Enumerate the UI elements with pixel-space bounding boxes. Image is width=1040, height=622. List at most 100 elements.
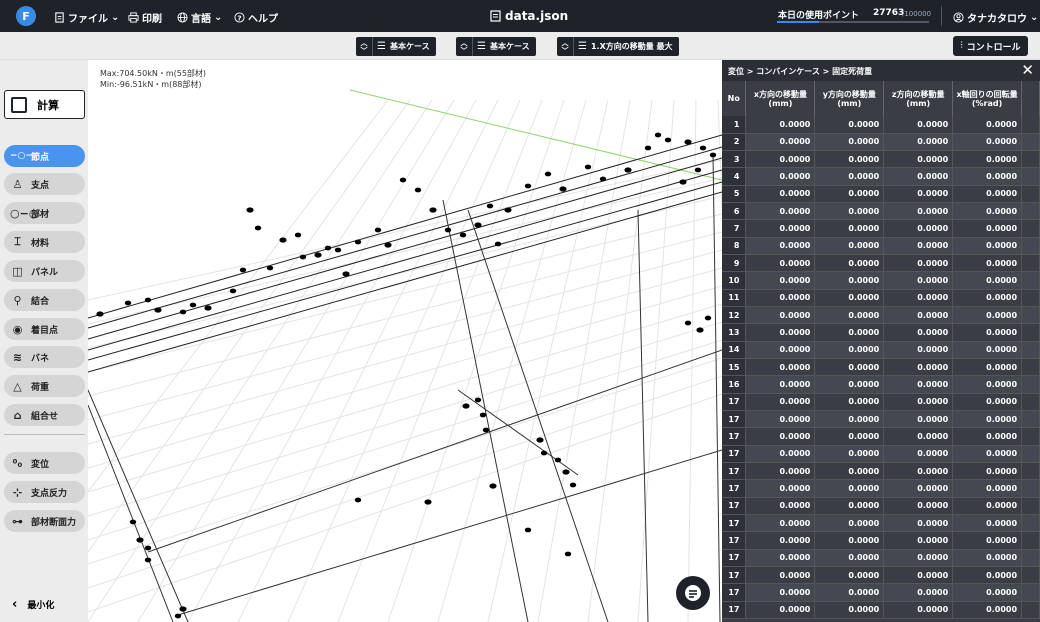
column-header[interactable]: z方向の移動量 (mm) [883, 81, 954, 116]
node-marker[interactable] [462, 403, 470, 409]
table-row[interactable]: 17 0.0000 0.0000 0.0000 0.0000 [722, 514, 1040, 533]
node-marker[interactable] [489, 483, 497, 489]
node-marker[interactable] [179, 606, 187, 612]
node-marker[interactable] [144, 297, 152, 303]
node-marker[interactable] [482, 427, 490, 433]
minimize-button[interactable]: ‹ 最小化 [12, 597, 54, 612]
stepper-arrows-icon[interactable]: ︿ ﹀ [456, 37, 473, 56]
user-menu[interactable]: タナカタロウ ⌄ [953, 10, 1038, 25]
node-marker[interactable] [486, 203, 494, 209]
case-selector-2[interactable]: ︿ ﹀ ☰ 基本ケース [456, 37, 536, 56]
node-marker[interactable] [536, 437, 544, 443]
column-header[interactable]: No [722, 81, 747, 116]
table-row[interactable]: 6 0.0000 0.0000 0.0000 0.0000 [722, 202, 1040, 221]
table-row[interactable]: 10 0.0000 0.0000 0.0000 0.0000 [722, 271, 1040, 290]
table-row[interactable]: 4 0.0000 0.0000 0.0000 0.0000 [722, 167, 1040, 186]
node-marker[interactable] [136, 537, 144, 543]
node-marker[interactable] [554, 457, 562, 463]
node-marker[interactable] [444, 227, 452, 233]
node-marker[interactable] [584, 164, 592, 170]
sidebar-item-reaction[interactable]: ⊹ 支点反力 [4, 481, 85, 503]
calculate-button[interactable]: 計算 [4, 90, 85, 119]
node-marker[interactable] [374, 227, 382, 233]
table-row[interactable]: 7 0.0000 0.0000 0.0000 0.0000 [722, 219, 1040, 238]
table-row[interactable]: 17 0.0000 0.0000 0.0000 0.0000 [722, 601, 1040, 620]
node-marker[interactable] [129, 519, 137, 525]
node-marker[interactable] [696, 327, 704, 333]
sidebar-item-load[interactable]: △ 荷重 [4, 375, 85, 397]
table-row[interactable]: 17 0.0000 0.0000 0.0000 0.0000 [722, 497, 1040, 516]
table-row[interactable]: 17 0.0000 0.0000 0.0000 0.0000 [722, 427, 1040, 446]
node-marker[interactable] [524, 183, 532, 189]
node-marker[interactable] [679, 179, 687, 185]
node-marker[interactable] [624, 167, 632, 173]
table-row[interactable]: 14 0.0000 0.0000 0.0000 0.0000 [722, 341, 1040, 360]
table-row[interactable]: 17 0.0000 0.0000 0.0000 0.0000 [722, 393, 1040, 412]
table-row[interactable]: 15 0.0000 0.0000 0.0000 0.0000 [722, 358, 1040, 377]
close-icon[interactable]: ✕ [1021, 61, 1034, 79]
node-marker[interactable] [229, 288, 237, 294]
node-marker[interactable] [324, 245, 332, 251]
table-row[interactable]: 17 0.0000 0.0000 0.0000 0.0000 [722, 549, 1040, 568]
sidebar-item-combine[interactable]: ⌂ 組合せ [4, 404, 85, 426]
node-marker[interactable] [334, 247, 342, 253]
table-row[interactable]: 11 0.0000 0.0000 0.0000 0.0000 [722, 289, 1040, 308]
node-marker[interactable] [564, 551, 572, 557]
node-marker[interactable] [562, 469, 570, 475]
sidebar-item-spring[interactable]: ≋ バネ [4, 346, 85, 368]
app-logo[interactable]: F [16, 6, 36, 26]
node-marker[interactable] [299, 254, 307, 260]
sidebar-item-panel[interactable]: ◫ パネル [4, 260, 85, 282]
table-row[interactable]: 17 0.0000 0.0000 0.0000 0.0000 [722, 410, 1040, 429]
node-marker[interactable] [239, 267, 247, 273]
table-row[interactable]: 17 0.0000 0.0000 0.0000 0.0000 [722, 531, 1040, 550]
node-marker[interactable] [479, 412, 487, 418]
table-row[interactable]: 13 0.0000 0.0000 0.0000 0.0000 [722, 323, 1040, 342]
sidebar-item-support[interactable]: ♙ 支点 [4, 173, 85, 195]
node-marker[interactable] [279, 237, 287, 243]
sidebar-item-eye[interactable]: ◉ 着目点 [4, 318, 85, 340]
node-marker[interactable] [246, 207, 254, 213]
table-row[interactable]: 17 0.0000 0.0000 0.0000 0.0000 [722, 566, 1040, 585]
node-marker[interactable] [504, 207, 512, 213]
table-row[interactable]: 12 0.0000 0.0000 0.0000 0.0000 [722, 306, 1040, 325]
node-marker[interactable] [294, 232, 302, 238]
node-marker[interactable] [424, 499, 432, 505]
control-button[interactable]: ⫶ コントロール [953, 36, 1028, 56]
sidebar-item-section-force[interactable]: ⊶ 部材断面力 [4, 510, 85, 532]
menu-language[interactable]: 言語 ⌄ [177, 10, 222, 25]
table-row[interactable]: 5 0.0000 0.0000 0.0000 0.0000 [722, 185, 1040, 204]
structure-3d-view[interactable] [88, 60, 722, 622]
node-marker[interactable] [704, 315, 712, 321]
stepper-arrows-icon[interactable]: ︿ ﹀ [356, 37, 373, 56]
table-row[interactable]: 1 0.0000 0.0000 0.0000 0.0000 [722, 116, 1040, 134]
result-selector[interactable]: ︿ ﹀ ☰ 1.X方向の移動量 最大 [557, 37, 679, 56]
column-header[interactable]: x軸回りの回転量 (%rad) [952, 81, 1023, 116]
node-marker[interactable] [699, 145, 707, 151]
sidebar-item-member[interactable]: ○−○ 部材 [4, 202, 85, 224]
node-marker[interactable] [540, 450, 548, 456]
table-row[interactable]: 17 0.0000 0.0000 0.0000 0.0000 [722, 462, 1040, 481]
table-row[interactable]: 16 0.0000 0.0000 0.0000 0.0000 [722, 375, 1040, 394]
sidebar-item-material[interactable]: ⌶ 材料 [4, 231, 85, 253]
node-marker[interactable] [709, 152, 717, 158]
node-marker[interactable] [254, 225, 262, 231]
chat-button[interactable] [676, 576, 710, 610]
node-marker[interactable] [524, 527, 532, 533]
table-row[interactable]: 9 0.0000 0.0000 0.0000 0.0000 [722, 254, 1040, 273]
table-row[interactable]: 17 0.0000 0.0000 0.0000 0.0000 [722, 583, 1040, 602]
node-marker[interactable] [459, 232, 467, 238]
node-marker[interactable] [694, 167, 702, 173]
node-marker[interactable] [204, 305, 212, 311]
node-marker[interactable] [474, 397, 482, 403]
node-marker[interactable] [384, 242, 392, 248]
node-marker[interactable] [569, 482, 577, 488]
node-marker[interactable] [599, 176, 607, 182]
table-row[interactable]: 8 0.0000 0.0000 0.0000 0.0000 [722, 237, 1040, 256]
node-marker[interactable] [559, 186, 567, 192]
node-marker[interactable] [179, 309, 187, 315]
node-marker[interactable] [124, 300, 132, 306]
node-marker[interactable] [174, 613, 182, 619]
model-viewport[interactable]: Max:704.50kN・m(55部材) Min:-96.51kN・m(88部材… [88, 60, 722, 622]
node-marker[interactable] [684, 320, 692, 326]
